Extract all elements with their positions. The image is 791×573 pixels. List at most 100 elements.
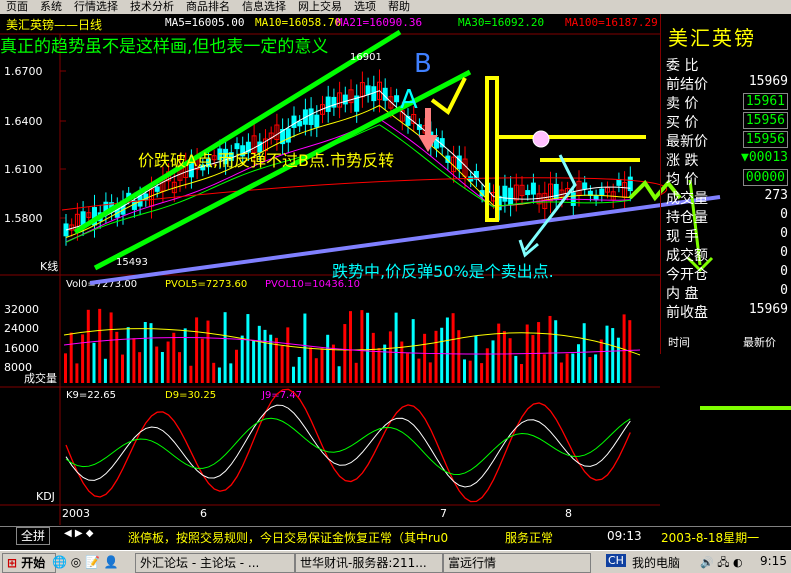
volume-bar [451, 313, 455, 383]
candle-body [599, 188, 605, 196]
volume-bar [480, 363, 484, 383]
quote-col-price: 最新价 [743, 336, 776, 349]
volume-bar [223, 312, 227, 383]
volume-bar [195, 317, 199, 383]
my-computer-label[interactable]: 我的电脑 [632, 554, 680, 571]
quote-row: 最新价 15956 [666, 131, 790, 151]
language-indicator[interactable]: CH [606, 554, 626, 567]
input-method-label: 全拼 [21, 529, 46, 543]
start-label: 开始 [21, 556, 46, 570]
volume-bar [474, 336, 478, 383]
taskbar-item-label: 富远行情 [448, 556, 497, 570]
volume-bar [189, 365, 193, 383]
quote-row: 均 价 00000 [666, 169, 790, 189]
quote-row: 今开仓 0 [666, 264, 790, 284]
quote-row: 现 手 0 [666, 226, 790, 246]
volume-bar [75, 363, 79, 383]
annotation-top: 真正的趋势虽不是这样画,但也表一定的意义 [0, 37, 328, 57]
start-button[interactable]: ⊞ 开始 [2, 553, 56, 573]
candle-body [308, 108, 314, 126]
volume-axis-label: 32000 [4, 303, 39, 316]
annotation-middle: 价跌破A点,而反弹不过B点.市势反转 [138, 151, 394, 170]
volume-bar [155, 346, 159, 383]
quote-value: 15956 [742, 131, 788, 148]
quote-value: 273 [764, 188, 788, 203]
k-line-label: K线 [40, 259, 58, 273]
volume-axis-label: 24000 [4, 322, 39, 335]
taskbar-item-label: 世华财讯-服务器:211... [300, 556, 427, 570]
status-date: 2003-8-18星期一 [661, 531, 760, 545]
volume-bar [212, 362, 216, 383]
kdj-j-line [65, 388, 631, 503]
volume-bar [371, 332, 375, 383]
price-axis-label: 1.6700 [4, 65, 43, 78]
status-time: 09:13 [607, 529, 642, 543]
volume-bar [263, 329, 267, 383]
taskbar-item-fuyuan[interactable]: 富远行情 [443, 553, 591, 573]
volume-bar [411, 319, 415, 383]
windows-logo-icon: ⊞ [7, 556, 18, 570]
volume-bar [428, 362, 432, 383]
quote-row: 持仓量 0 [666, 207, 790, 227]
volume-bar [86, 309, 90, 383]
volume-bar [537, 322, 541, 383]
volume-bar [143, 322, 147, 383]
low-price-label: 15493 [116, 257, 148, 268]
volume-bar [445, 317, 449, 383]
volume-bar [257, 325, 261, 383]
volume-bar [252, 340, 256, 383]
scroll-arrows[interactable]: ◀ ▶ ◆ [64, 528, 93, 539]
taskbar-item-forum[interactable]: 外汇论坛 - 主论坛 - ... [135, 553, 295, 573]
kdj-k-header: K9=22.65 [66, 390, 116, 401]
quote-row: 卖 价 15961 [666, 93, 790, 113]
candle-body [314, 114, 320, 128]
quicklaunch-icons[interactable]: 🌐 ◎ 📝 👤 [52, 555, 119, 569]
volume-bar [594, 354, 598, 383]
volume-bar [103, 358, 107, 383]
quote-label: 前结价 [666, 77, 708, 93]
volume-bar [417, 358, 421, 383]
input-method-button[interactable]: 全拼 [16, 527, 51, 545]
candle-body [325, 96, 331, 112]
volume-bar [423, 333, 427, 383]
quote-label: 成交额 [666, 248, 708, 264]
volume-bar [388, 331, 392, 383]
kdj-label: KDJ [36, 490, 55, 503]
volume-bar [69, 332, 73, 383]
quote-label: 内 盘 [666, 286, 699, 302]
candle-body [508, 187, 514, 205]
volume-bar [548, 315, 552, 383]
volume-bar [81, 334, 85, 383]
volume-bar [172, 332, 176, 383]
volume-bar [463, 359, 466, 383]
volume-bar [240, 335, 244, 383]
volume-bar [502, 331, 506, 383]
volume-bar [286, 327, 290, 383]
label-b: B [414, 49, 432, 79]
cyan-arrow-head [518, 239, 539, 258]
quote-label: 买 价 [666, 115, 699, 131]
candle-body [285, 128, 291, 143]
news-ticker: 涨停板，按照交易规则，今日交易保证金恢复正常（其中ru0 [128, 531, 449, 545]
quote-value: 00000 [742, 169, 788, 186]
volume-bar [64, 353, 67, 383]
candle-body [234, 143, 240, 150]
taskbar-item-server[interactable]: 世华财讯-服务器:211... [295, 553, 443, 573]
x-axis-label: 6 [200, 507, 207, 520]
candle-body [582, 182, 588, 190]
tray-icons[interactable]: 🔊 🖧 ◐ [700, 554, 743, 573]
quote-row: 买 价 15956 [666, 112, 790, 132]
ma10-line [65, 104, 631, 238]
volume-bar [554, 320, 558, 383]
quote-row: 委 比 [666, 55, 790, 75]
volume-bar [200, 338, 204, 383]
candle-body [154, 186, 160, 192]
volume-bar [582, 323, 586, 383]
volume-bar [206, 320, 210, 383]
volume-bar [297, 356, 301, 383]
volume-bar [280, 345, 284, 383]
candle-body [553, 183, 559, 201]
volume-bar [343, 324, 347, 383]
candle-body [502, 185, 508, 202]
quote-row: 涨 跌 ▼00013 [666, 150, 790, 170]
